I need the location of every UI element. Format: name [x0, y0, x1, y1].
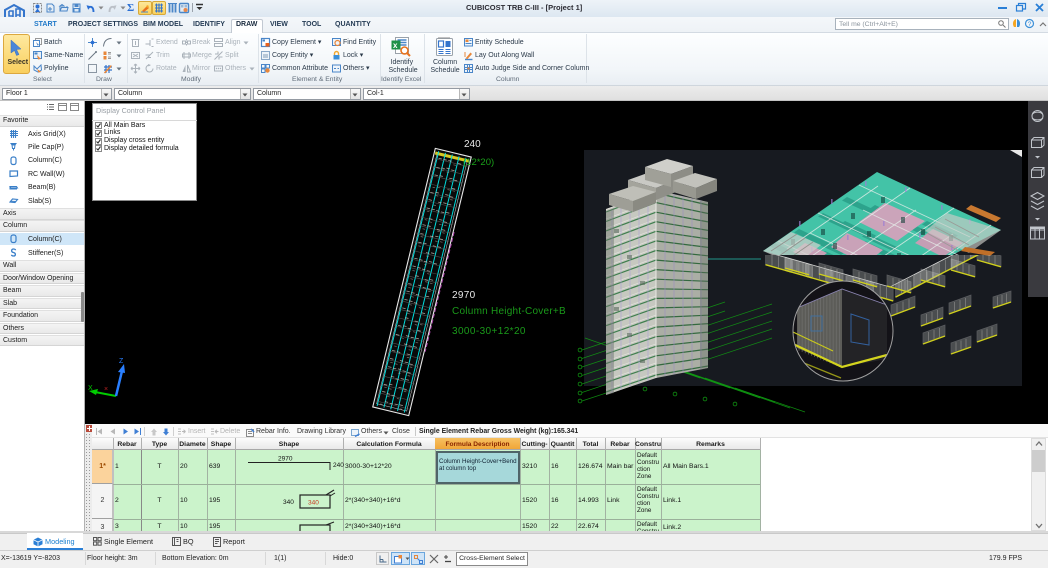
svg-text:Z: Z [119, 358, 124, 365]
svg-text:340: 340 [308, 500, 319, 507]
svg-text:?: ? [1028, 21, 1032, 28]
svg-text:×: × [104, 386, 108, 393]
svg-text:240: 240 [333, 462, 344, 469]
svg-text:x: x [393, 41, 398, 50]
svg-text:340: 340 [283, 499, 294, 506]
svg-text:X: X [88, 385, 93, 392]
svg-text:2970: 2970 [278, 456, 293, 463]
